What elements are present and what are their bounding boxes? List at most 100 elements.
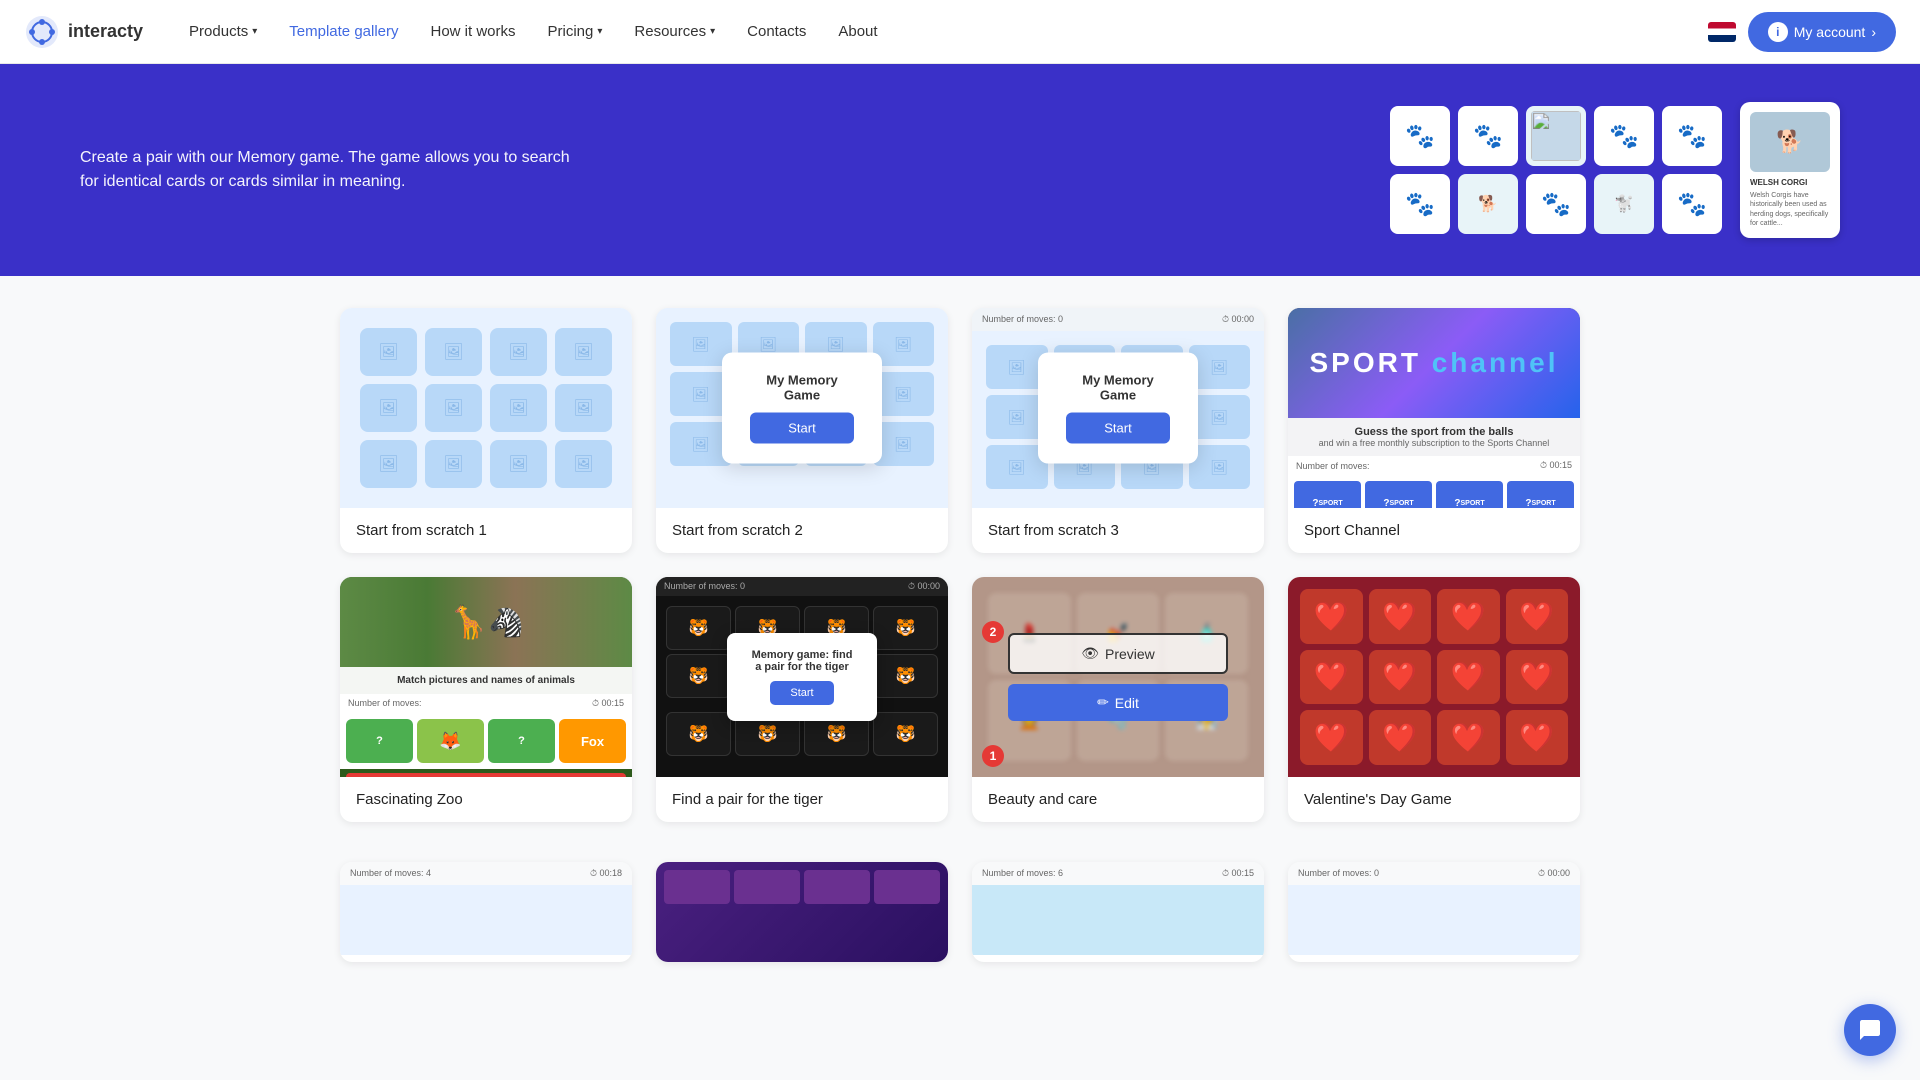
preview-card: 🐩 [1594,174,1654,234]
partial-card-1[interactable]: Number of moves: 4 ⏱ 00:18 [340,862,632,962]
tiger-card: 🐯 [873,606,938,650]
modal-game-title: My Memory Game [750,373,854,403]
card-preview-scratch2: 🖼 🖼 🖼 🖼 🖼 🖼 🖼 🖼 🖼 🖼 🖼 🖼 [656,308,948,508]
heart-card: ❤️ [1437,650,1500,705]
memory-card: 🖼 [490,384,547,432]
memory-card: 🖼 [490,440,547,488]
memory-card: 🖼 [555,328,612,376]
zoo-card-fox: 🦊 [417,719,484,763]
start-modal: My Memory Game Start [722,353,882,464]
heart-card: ❤️ [1506,710,1569,765]
heart-card: ❤️ [1300,650,1363,705]
heart-grid: ❤️ ❤️ ❤️ ❤️ ❤️ ❤️ ❤️ ❤️ ❤️ ❤️ ❤️ ❤️ [1288,577,1580,777]
template-card-sport[interactable]: SPORT channel Guess the sport from the b… [1288,308,1580,553]
card-preview-beauty: 💄 💅 🧴 💆 🫧 🧖 2 👁 Preview [972,577,1264,777]
zoo-card-question2: ? [488,719,555,763]
sport-card: ?SPORT [1507,481,1574,508]
partial-card-2[interactable] [656,862,948,962]
eye-icon: 👁 [1081,645,1099,662]
tiger-start-modal: Memory game: find a pair for the tiger S… [727,633,877,721]
sport-timer: ⏱ 00:15 [1540,460,1572,471]
partial-card-3[interactable]: Number of moves: 6 ⏱ 00:15 [972,862,1264,962]
card-preview-scratch1: 🖼 🖼 🖼 🖼 🖼 🖼 🖼 🖼 🖼 🖼 🖼 🖼 [340,308,632,508]
language-flag[interactable] [1708,22,1736,42]
timer: ⏱ 00:00 [1222,314,1254,325]
chevron-down-icon: ▾ [252,26,257,37]
partial-card-4[interactable]: Number of moves: 0 ⏱ 00:00 [1288,862,1580,962]
nav-how-it-works[interactable]: How it works [417,15,530,48]
template-card-scratch3[interactable]: Number of moves: 0 ⏱ 00:00 🖼 🖼 🖼 🖼 🖼 🖼 🖼… [972,308,1264,553]
hero-image-area: 🐾 🐾 🐾 🐾 🐾 🐕 🐾 🐩 🐾 🐕 WELSH CORGI Welsh Co… [1380,96,1840,244]
modal-start-button[interactable]: Start [750,413,854,444]
memory-card: 🖼 [360,384,417,432]
memory-card: 🖼 [425,384,482,432]
nav-template-gallery[interactable]: Template gallery [275,15,412,48]
card-label-scratch2: Start from scratch 2 [656,508,948,553]
chevron-right-icon: › [1871,24,1876,40]
heart-card: ❤️ [1437,589,1500,644]
nav-contacts[interactable]: Contacts [733,15,820,48]
page-content: Create a pair with our Memory game. The … [0,64,1920,1002]
start-btn-s3[interactable]: Start [1066,413,1170,444]
template-card-tiger[interactable]: Number of moves: 0 ⏱ 00:00 🐯 🐯 🐯 🐯 🐯 🐯 🐯… [656,577,948,822]
hero-description: Create a pair with our Memory game. The … [80,146,580,194]
nav-pricing[interactable]: Pricing ▾ [534,15,617,48]
card-label-beauty: Beauty and care [972,777,1264,822]
moves-label: Number of moves: 0 [982,314,1063,325]
scratch3-wrap: Number of moves: 0 ⏱ 00:00 🖼 🖼 🖼 🖼 🖼 🖼 🖼… [972,308,1264,508]
badge-1: 1 [982,745,1004,767]
zoo-answer-cards: ? 🦊 ? Fox [340,713,632,769]
nav-about[interactable]: About [824,15,891,48]
bottom-row: Number of moves: 4 ⏱ 00:18 Number of mov… [260,862,1660,1002]
template-card-zoo[interactable]: 🦒 🦓 Match pictures and names of animals … [340,577,632,822]
hero-text: Create a pair with our Memory game. The … [80,146,580,194]
zoo-moves-label: Number of moves: [348,698,422,709]
tiger-modal-title: Memory game: find a pair for the tiger [747,649,857,673]
chevron-down-icon-pricing: ▾ [597,26,602,37]
chat-button[interactable] [1844,1004,1896,1056]
beauty-hover-overlay: 2 👁 Preview ✏ Edit 1 [972,577,1264,777]
preview-button[interactable]: 👁 Preview [1008,633,1228,674]
heart-card: ❤️ [1369,710,1432,765]
nav-products[interactable]: Products ▾ [175,15,271,48]
partial-dark-card [734,870,800,904]
tiger-moves-bar: Number of moves: 0 ⏱ 00:00 [656,577,948,596]
my-account-button[interactable]: i My account › [1748,12,1896,52]
card-preview-valentine: ❤️ ❤️ ❤️ ❤️ ❤️ ❤️ ❤️ ❤️ ❤️ ❤️ ❤️ ❤️ [1288,577,1580,777]
zoo-card-fox-label: Fox [559,719,626,763]
heart-card: ❤️ [1437,710,1500,765]
tiger-preview-wrap: Number of moves: 0 ⏱ 00:00 🐯 🐯 🐯 🐯 🐯 🐯 🐯… [656,577,948,777]
template-card-scratch2[interactable]: 🖼 🖼 🖼 🖼 🖼 🖼 🖼 🖼 🖼 🖼 🖼 🖼 [656,308,948,553]
template-card-valentine[interactable]: ❤️ ❤️ ❤️ ❤️ ❤️ ❤️ ❤️ ❤️ ❤️ ❤️ ❤️ ❤️ [1288,577,1580,822]
nav-resources[interactable]: Resources ▾ [620,15,729,48]
nav-links: Products ▾ Template gallery How it works… [175,15,1700,48]
heart-card: ❤️ [1300,710,1363,765]
info-icon: i [1768,22,1788,42]
template-card-scratch1[interactable]: 🖼 🖼 🖼 🖼 🖼 🖼 🖼 🖼 🖼 🖼 🖼 🖼 Start from scrat… [340,308,632,553]
zoo-progress-bar [346,773,626,777]
card-preview-zoo: 🦒 🦓 Match pictures and names of animals … [340,577,632,777]
preview-card-flipped [1526,106,1586,166]
logo-icon [24,14,60,50]
sport-moves-bar: Number of moves: ⏱ 00:15 [1288,456,1580,475]
tiger-start-button[interactable]: Start [770,681,833,705]
partial-preview [340,885,632,955]
memory-card: 🖼 [360,328,417,376]
channel-label: channel [1432,347,1559,378]
edit-button[interactable]: ✏ Edit [1008,684,1228,721]
chat-icon [1858,1018,1882,1042]
card-preview-scratch3: Number of moves: 0 ⏱ 00:00 🖼 🖼 🖼 🖼 🖼 🖼 🖼… [972,308,1264,508]
partial-moves-bar: Number of moves: 4 ⏱ 00:18 [340,862,632,885]
tiger-moves-label: Number of moves: 0 [664,581,745,592]
partial-dark-card [804,870,870,904]
scratch2-wrap: 🖼 🖼 🖼 🖼 🖼 🖼 🖼 🖼 🖼 🖼 🖼 🖼 [656,308,948,508]
logo[interactable]: interacty [24,14,143,50]
template-card-beauty[interactable]: 💄 💅 🧴 💆 🫧 🧖 2 👁 Preview [972,577,1264,822]
zebra-icon: 🦓 [488,606,523,639]
tiger-card: 🐯 [666,654,731,698]
start-modal-scratch3: My Memory Game Start [1038,353,1198,464]
heart-card: ❤️ [1300,589,1363,644]
sport-card: ?SPORT [1365,481,1432,508]
tiger-card: 🐯 [666,606,731,650]
sport-header-image: SPORT channel [1288,308,1580,418]
